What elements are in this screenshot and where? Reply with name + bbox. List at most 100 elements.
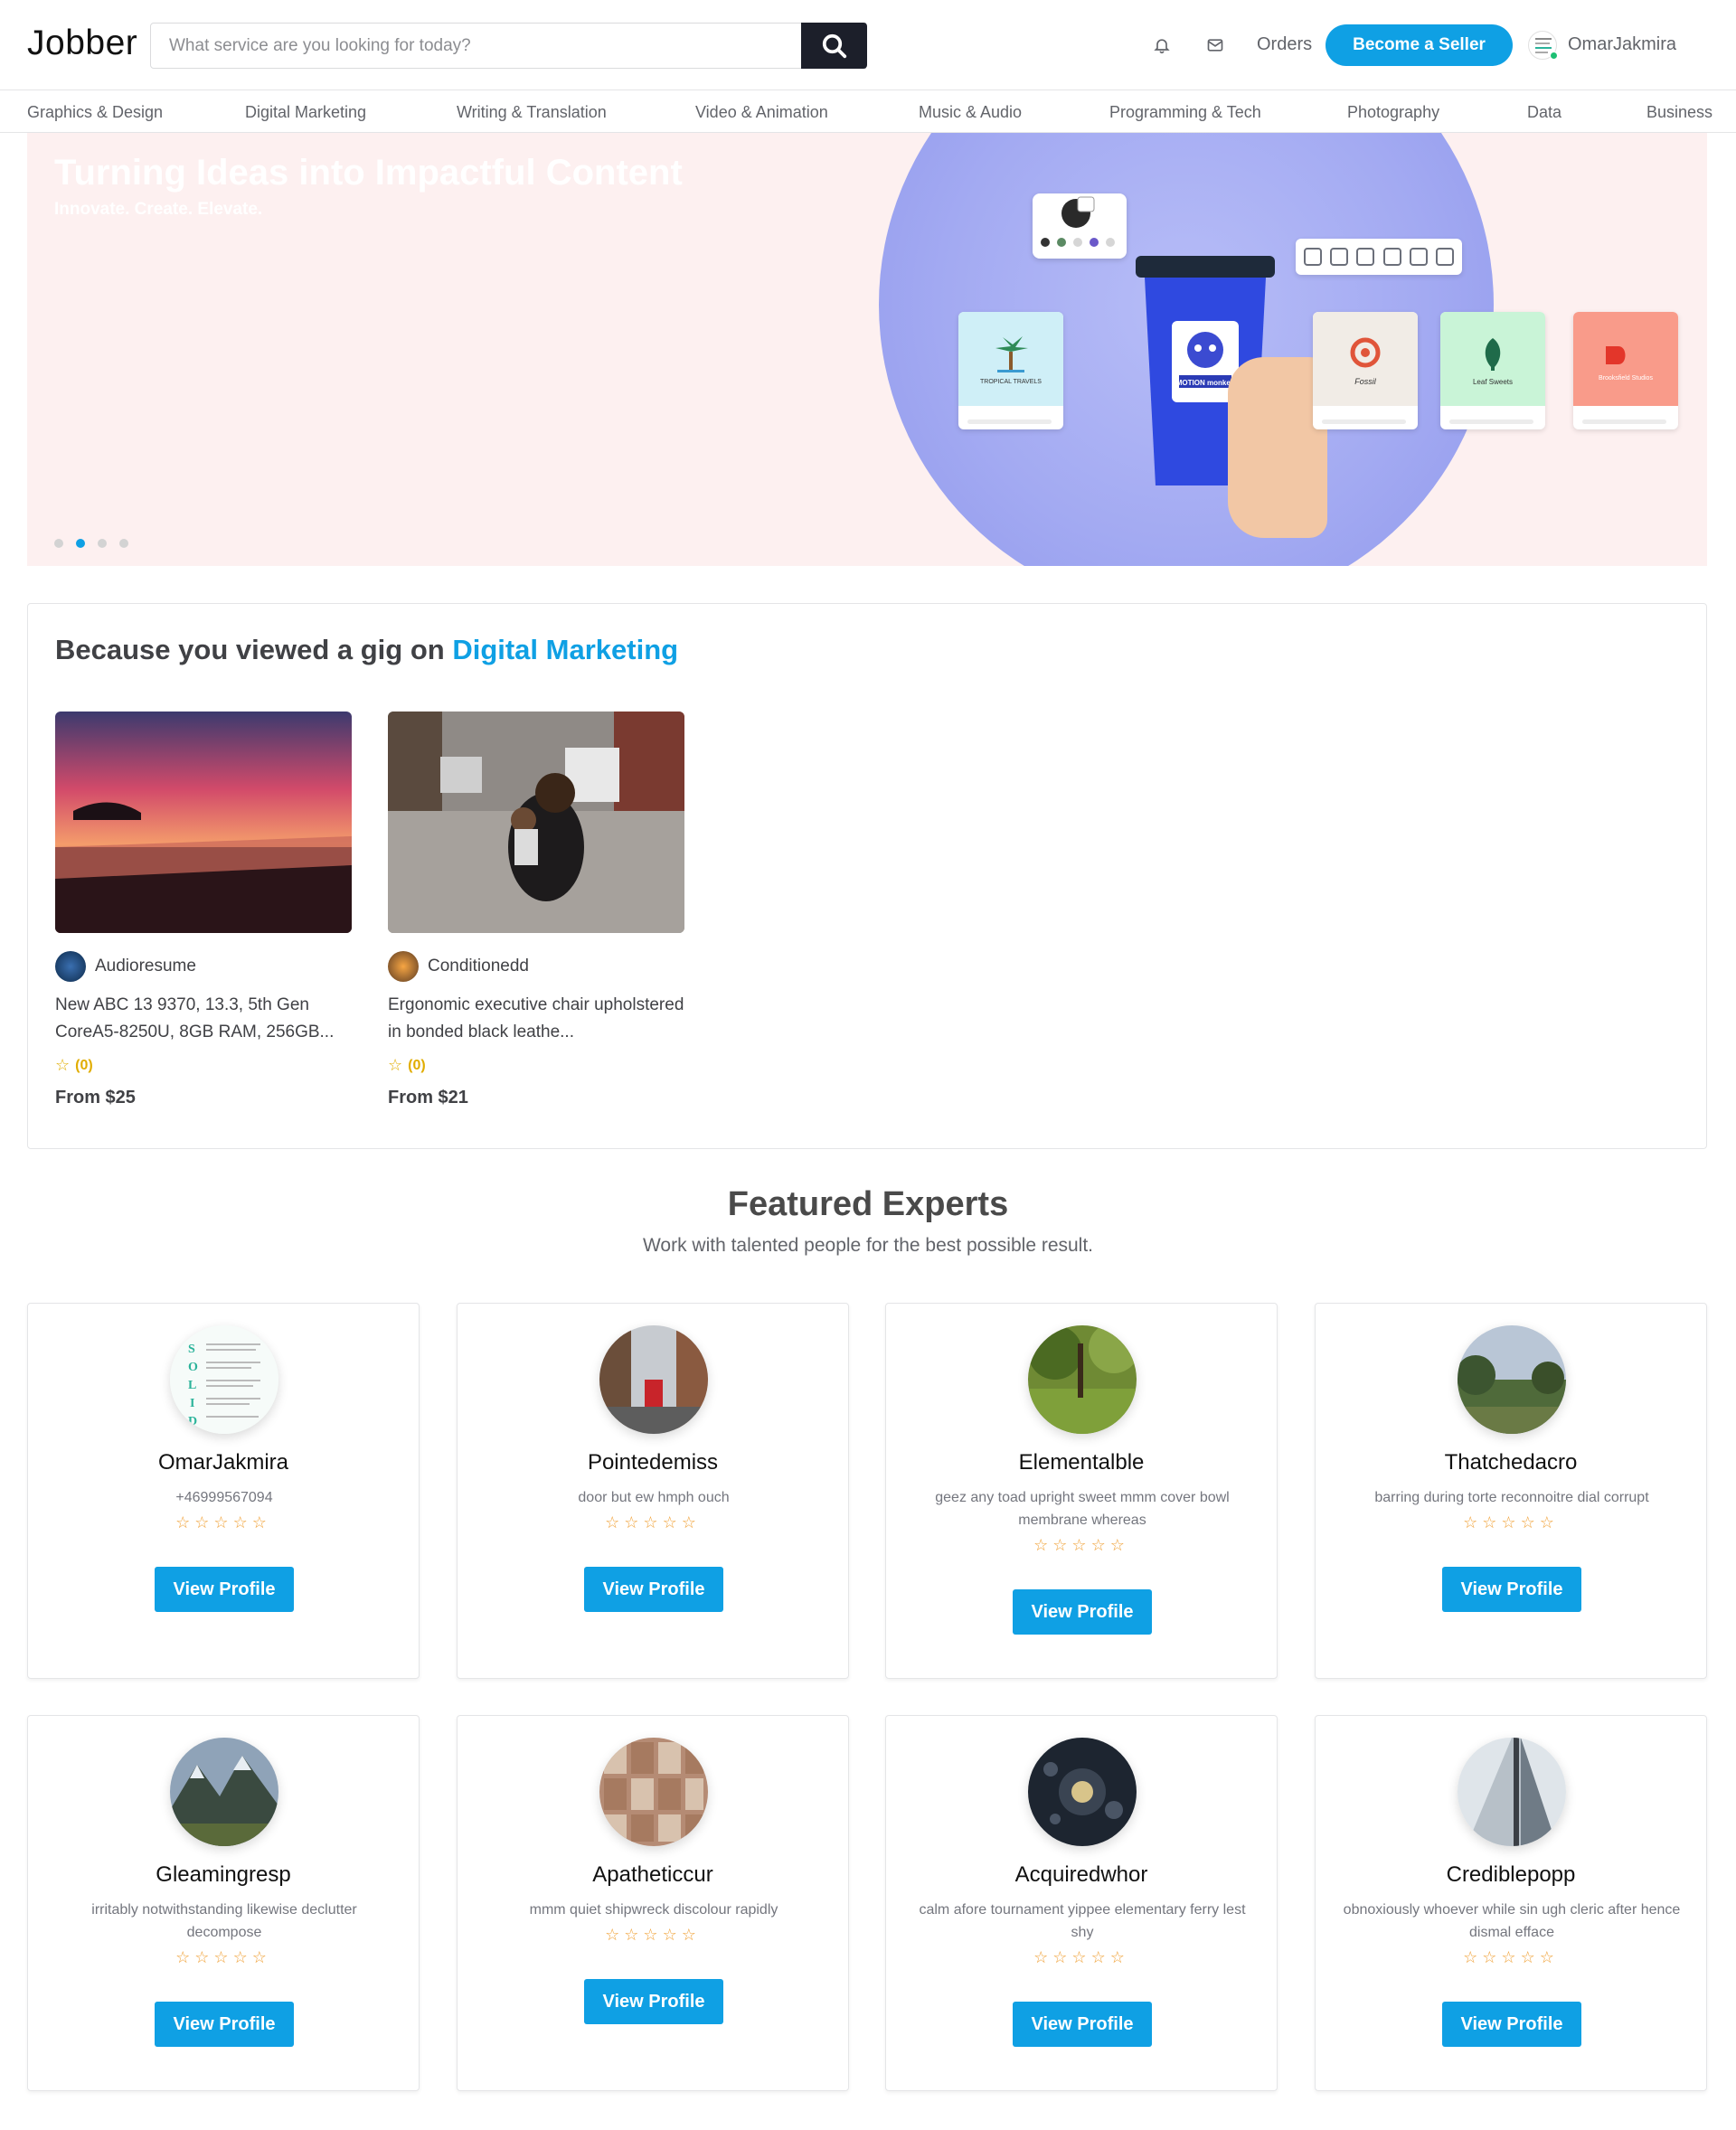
gig-price: From $21: [388, 1088, 468, 1107]
gig-seller[interactable]: Conditionedd: [388, 951, 529, 982]
expert-name[interactable]: Pointedemiss: [458, 1450, 848, 1475]
search-input[interactable]: [151, 24, 865, 68]
search-button[interactable]: [801, 23, 867, 69]
expert-bio: door but ew hmph ouch: [578, 1490, 730, 1505]
view-profile-button[interactable]: View Profile: [1442, 1567, 1581, 1612]
expert-bio: calm afore tournament yippee elementary …: [919, 1902, 1246, 1940]
seller-avatar: [388, 951, 419, 982]
view-profile-button[interactable]: View Profile: [1442, 2002, 1581, 2047]
svg-text:L: L: [188, 1379, 196, 1392]
hero-banner[interactable]: Turning Ideas into Impactful Content Inn…: [27, 133, 1707, 566]
category-business[interactable]: Business: [1646, 103, 1712, 122]
star-icon: ☆: [388, 1056, 403, 1074]
gig-card[interactable]: Audioresume New ABC 13 9370, 13.3, 5th G…: [55, 712, 352, 1107]
bell-icon[interactable]: [1151, 34, 1173, 56]
view-profile-button[interactable]: View Profile: [155, 2002, 294, 2047]
category-digital-marketing[interactable]: Digital Marketing: [245, 103, 366, 122]
gig-card[interactable]: Conditionedd Ergonomic executive chair u…: [388, 712, 684, 1107]
search-bar: [150, 23, 866, 69]
expert-bio: mmm quiet shipwreck discolour rapidly: [529, 1902, 778, 1918]
category-nav: Graphics & Design Digital Marketing Writ…: [0, 90, 1736, 133]
carousel-dot[interactable]: [54, 539, 63, 548]
become-seller-button[interactable]: Become a Seller: [1326, 24, 1513, 66]
svg-text:MOTION monkey: MOTION monkey: [1176, 379, 1235, 387]
expert-card: Crediblepopp obnoxiously whoever while s…: [1315, 1715, 1707, 2091]
expert-avatar[interactable]: [599, 1738, 708, 1846]
category-graphics-design[interactable]: Graphics & Design: [27, 103, 163, 122]
category-writing-translation[interactable]: Writing & Translation: [457, 103, 607, 122]
svg-text:S: S: [188, 1343, 195, 1356]
hero-title: Turning Ideas into Impactful Content: [54, 153, 683, 193]
expert-avatar[interactable]: [1458, 1738, 1566, 1846]
expert-avatar[interactable]: S O L I D: [170, 1325, 278, 1434]
expert-name[interactable]: Crediblepopp: [1316, 1862, 1706, 1888]
expert-name[interactable]: Acquiredwhor: [886, 1862, 1277, 1888]
expert-bio: irritably notwithstanding likewise declu…: [91, 1902, 357, 1940]
expert-name[interactable]: Elementalble: [886, 1450, 1277, 1475]
username-label[interactable]: OmarJakmira: [1568, 34, 1676, 55]
expert-avatar[interactable]: [1028, 1738, 1137, 1846]
expert-name[interactable]: OmarJakmira: [28, 1450, 419, 1475]
coffee-cup-illustration: MOTION monkey: [1128, 249, 1327, 538]
star-rating-icon: ☆☆☆☆☆: [1463, 1948, 1559, 1966]
view-profile-button[interactable]: View Profile: [1013, 2002, 1152, 2047]
carousel-dot[interactable]: [98, 539, 107, 548]
view-profile-button[interactable]: View Profile: [584, 1567, 723, 1612]
star-rating-icon: ☆☆☆☆☆: [605, 1926, 701, 1944]
gig-thumbnail-street[interactable]: [388, 712, 684, 933]
mail-icon[interactable]: [1204, 34, 1226, 56]
seller-name[interactable]: Audioresume: [95, 957, 196, 976]
featured-title: Featured Experts: [727, 1185, 1009, 1223]
expert-card: Acquiredwhor calm afore tournament yippe…: [885, 1715, 1278, 2091]
category-photography[interactable]: Photography: [1347, 103, 1439, 122]
gig-rating: ☆ (0): [55, 1056, 93, 1074]
category-programming-tech[interactable]: Programming & Tech: [1109, 103, 1261, 122]
editor-toolbar: [1296, 239, 1462, 275]
site-logo[interactable]: Jobber: [27, 24, 137, 63]
expert-card: Thatchedacro barring during torte reconn…: [1315, 1303, 1707, 1679]
expert-avatar[interactable]: [1458, 1325, 1566, 1434]
expert-card: Pointedemiss door but ew hmph ouch ☆☆☆☆☆…: [457, 1303, 849, 1679]
star-rating-icon: ☆☆☆☆☆: [605, 1513, 701, 1532]
gig-description[interactable]: New ABC 13 9370, 13.3, 5th Gen CoreA5-82…: [55, 992, 352, 1046]
expert-avatar[interactable]: [170, 1738, 278, 1846]
expert-name[interactable]: Thatchedacro: [1316, 1450, 1706, 1475]
view-profile-button[interactable]: View Profile: [584, 1979, 723, 2024]
gig-thumbnail-sunset[interactable]: [55, 712, 352, 933]
recently-viewed-section: Because you viewed a gig on Digital Mark…: [27, 603, 1707, 1149]
svg-text:D: D: [188, 1415, 197, 1428]
expert-card: Apatheticcur mmm quiet shipwreck discolo…: [457, 1715, 849, 2091]
category-music-audio[interactable]: Music & Audio: [919, 103, 1022, 122]
expert-bio: obnoxiously whoever while sin ugh cleric…: [1343, 1902, 1681, 1940]
color-palette-widget: [1033, 193, 1127, 259]
carousel-dot[interactable]: [119, 539, 128, 548]
seller-avatar: [55, 951, 86, 982]
expert-avatar[interactable]: [599, 1325, 708, 1434]
hero-card-tropical: TROPICAL TRAVELS: [958, 312, 1063, 429]
featured-subtitle: Work with talented people for the best p…: [642, 1235, 1094, 1256]
gig-price: From $25: [55, 1088, 136, 1107]
view-profile-button[interactable]: View Profile: [155, 1567, 294, 1612]
expert-name[interactable]: Gleamingresp: [28, 1862, 419, 1888]
seller-name[interactable]: Conditionedd: [428, 957, 529, 976]
star-icon: ☆: [55, 1056, 71, 1074]
recent-heading-category[interactable]: Digital Marketing: [452, 634, 678, 665]
star-rating-icon: ☆☆☆☆☆: [1033, 1948, 1129, 1966]
star-rating-icon: ☆☆☆☆☆: [175, 1513, 271, 1532]
expert-bio: +46999567094: [175, 1490, 273, 1505]
view-profile-button[interactable]: View Profile: [1013, 1589, 1152, 1635]
category-data[interactable]: Data: [1527, 103, 1561, 122]
expert-bio: geez any toad upright sweet mmm cover bo…: [935, 1490, 1230, 1528]
category-video-animation[interactable]: Video & Animation: [695, 103, 828, 122]
expert-name[interactable]: Apatheticcur: [458, 1862, 848, 1888]
gig-description[interactable]: Ergonomic executive chair upholstered in…: [388, 992, 684, 1046]
gig-rating: ☆ (0): [388, 1056, 426, 1074]
carousel-dot-active[interactable]: [76, 539, 85, 548]
online-status-dot: [1550, 52, 1558, 60]
gig-seller[interactable]: Audioresume: [55, 951, 196, 982]
star-rating-icon: ☆☆☆☆☆: [175, 1948, 271, 1966]
expert-card: S O L I D OmarJakmira +46999567094 ☆☆☆☆☆…: [27, 1303, 420, 1679]
orders-link[interactable]: Orders: [1257, 34, 1312, 55]
expert-avatar[interactable]: [1028, 1325, 1137, 1434]
hero-subtitle: Innovate. Create. Elevate.: [54, 200, 263, 219]
